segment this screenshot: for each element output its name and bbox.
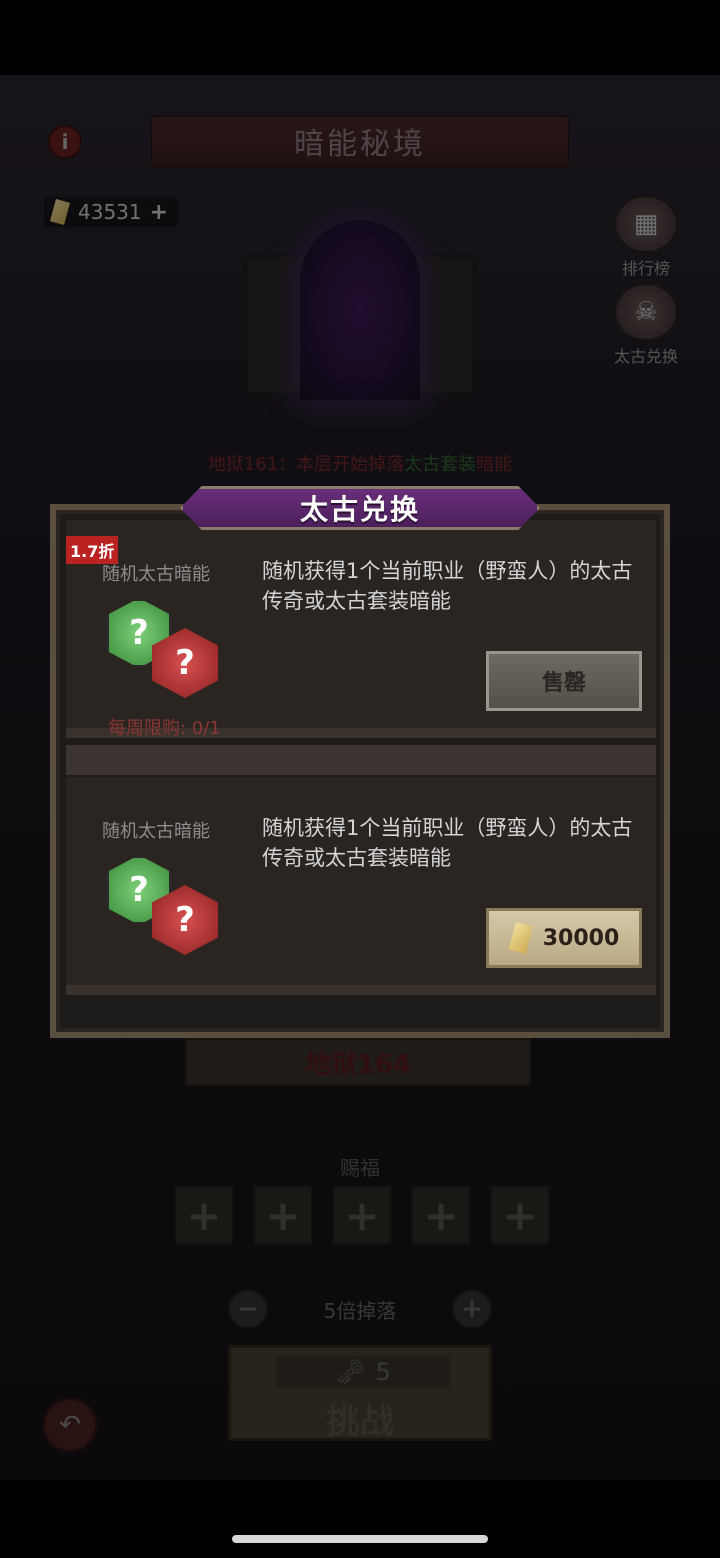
buy-button[interactable]: 30000 <box>486 908 642 968</box>
home-indicator[interactable] <box>232 1535 488 1543</box>
card-divider <box>66 745 656 775</box>
modal-title-banner: 太古兑换 <box>180 486 540 530</box>
exchange-item-card: 1.7折 随机太古暗能 ? ? 随机获得1个当前职业（野蛮人）的太古传奇或太古套… <box>66 520 656 739</box>
item-description: 随机获得1个当前职业（野蛮人）的太古传奇或太古套装暗能 <box>262 559 633 613</box>
exchange-item-card: 随机太古暗能 ? ? 随机获得1个当前职业（野蛮人）的太古传奇或太古套装暗能 3… <box>66 777 656 995</box>
item-name: 随机太古暗能 <box>102 564 210 585</box>
modal-title: 太古兑换 <box>299 493 420 526</box>
item-name: 随机太古暗能 <box>102 821 210 842</box>
sold-out-button[interactable]: 售罄 <box>486 651 642 711</box>
sold-out-label: 售罄 <box>541 671 586 696</box>
purchase-limit: 每周限购: 0/1 <box>108 718 221 739</box>
crystal-icon <box>508 922 533 954</box>
price-value: 30000 <box>542 925 620 951</box>
item-description: 随机获得1个当前职业（野蛮人）的太古传奇或太古套装暗能 <box>262 816 633 870</box>
